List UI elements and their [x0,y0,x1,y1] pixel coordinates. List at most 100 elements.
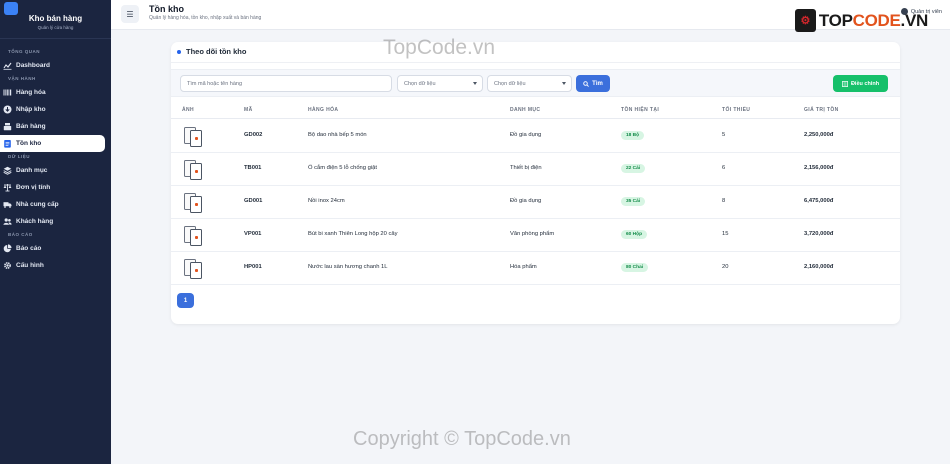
category-select[interactable]: Chọn dữ liệu [397,75,483,92]
stock-value: 2,156,000đ [804,165,834,171]
chevron-down-icon [562,82,566,85]
table-header: ẢNH MÃ HÀNG HÓA DANH MỤC TỒN HIỆN TẠI TỐ… [171,102,900,119]
product-code: GD002 [244,132,263,138]
sidebar-item-sales[interactable]: Bán hàng [0,118,111,135]
barcode-icon [3,88,12,97]
chevron-down-icon [473,82,477,85]
minimum-stock: 15 [722,231,729,237]
sidebar-item-dashboard[interactable]: Dashboard [0,57,111,74]
minimum-stock: 20 [722,264,729,270]
table-row[interactable]: TB001 Ổ cắm điện 5 lỗ chống giật Thiết b… [171,153,900,186]
watermark-top: TopCode.vn [383,36,496,59]
stock-badge: 18 Bộ [621,131,645,140]
card-title: Theo dõi tồn kho [177,47,246,56]
table-row[interactable]: HP001 Nước lau sàn hương chanh 1L Hóa ph… [171,252,900,285]
card-divider [171,62,900,63]
search-button[interactable]: Tìm [576,75,610,92]
column-header-current-stock: TỒN HIỆN TẠI [621,107,660,113]
product-code: TB001 [244,165,262,171]
sidebar-item-label: Hàng hóa [16,89,46,96]
sidebar-item-label: Tồn kho [16,140,42,147]
layers-icon [3,166,12,175]
chart-line-icon [3,61,12,70]
watermark-bottom: Copyright © TopCode.vn [353,428,571,450]
column-header-product: HÀNG HÓA [308,107,339,113]
sidebar-item-settings[interactable]: Cấu hình [0,257,111,274]
table-row[interactable]: GD001 Nồi inox 24cm Đồ gia dụng 35 Cái 8… [171,186,900,219]
title-dot-icon [177,49,181,54]
minimum-stock: 6 [722,165,726,171]
filter-bar: Tìm mã hoặc tên hàng Chọn dữ liệu Chọn d… [171,69,900,97]
sidebar-item-categories[interactable]: Danh mục [0,162,111,179]
sidebar-item-label: Bán hàng [16,123,46,130]
search-input[interactable]: Tìm mã hoặc tên hàng [180,75,392,92]
stock-badge: 22 Cái [621,164,646,173]
topcode-logo: ⚙ TOPCODE.VN [794,9,928,32]
product-code: HP001 [244,264,262,270]
page-subtitle: Quản lý hàng hóa, tồn kho, nhập xuất và … [149,15,262,21]
product-category: Thiết bị điện [510,165,542,171]
sidebar-item-label: Đơn vị tính [16,184,51,191]
sidebar-item-label: Danh mục [16,167,48,174]
sidebar-item-units[interactable]: Đơn vị tính [0,179,111,196]
sidebar-item-label: Cấu hình [16,262,44,269]
sidebar-item-inventory[interactable]: Tồn kho [0,135,105,152]
stock-value: 2,250,000đ [804,132,834,138]
sliders-icon [841,80,848,87]
product-name: Bút bi xanh Thiên Long hộp 20 cây [308,231,398,237]
brand-subtitle: Quản lý cửa hàng [37,25,74,30]
product-name: Ổ cắm điện 5 lỗ chống giật [308,165,377,171]
scale-icon [3,183,12,192]
product-category: Đồ gia dụng [510,198,542,204]
sidebar-item-customers[interactable]: Khách hàng [0,213,111,230]
stock-value: 3,720,000đ [804,231,834,237]
product-category: Văn phòng phẩm [510,231,555,237]
stock-value: 2,160,000đ [804,264,834,270]
sidebar-item-suppliers[interactable]: Nhà cung cấp [0,196,111,213]
sidebar-item-label: Nhà cung cấp [16,201,59,208]
brand-title: Kho bán hàng [28,14,83,23]
topbar: ☰ Tồn kho Quản lý hàng hóa, tồn kho, nhậ… [111,0,950,32]
product-image [182,158,204,180]
sidebar-item-label: Báo cáo [16,245,42,252]
product-category: Đồ gia dụng [510,132,542,138]
column-header-minimum: TỐI THIỂU [722,107,751,113]
product-code: VP001 [244,231,262,237]
product-name: Nước lau sàn hương chanh 1L [308,264,388,270]
hamburger-icon: ☰ [126,9,134,19]
menu-toggle-button[interactable]: ☰ [121,5,139,23]
sidebar-item-products[interactable]: Hàng hóa [0,84,111,101]
download-icon [3,105,12,114]
minimum-stock: 8 [722,198,726,204]
status-select[interactable]: Chọn dữ liệu [487,75,572,92]
product-name: Bộ dao nhà bếp 5 món [308,132,367,138]
product-name: Nồi inox 24cm [308,198,345,204]
stock-value: 6,475,000đ [804,198,834,204]
search-icon [583,80,590,87]
adjust-stock-button[interactable]: Điều chỉnh [833,75,888,92]
column-header-stock-value: GIÁ TRỊ TỒN [804,107,839,113]
table-row[interactable]: VP001 Bút bi xanh Thiên Long hộp 20 cây … [171,219,900,252]
sidebar-item-reports[interactable]: Báo cáo [0,240,111,257]
nav-section-data: DỮ LIỆU [8,154,30,159]
sidebar-item-label: Dashboard [16,62,50,69]
product-code: GD001 [244,198,263,204]
topcode-logo-text: TOPCODE.VN [818,10,928,30]
sidebar-item-label: Khách hàng [16,218,54,225]
stock-badge: 60 Hộp [621,230,647,239]
gear-icon [3,261,12,270]
product-image [182,125,204,147]
product-image [182,257,204,279]
pagination-page-1[interactable]: 1 [177,293,194,308]
stock-badge: 35 Cái [621,197,646,206]
nav-section-operations: VẬN HÀNH [8,76,36,81]
pie-chart-icon [3,244,12,253]
product-category: Hóa phẩm [510,264,537,270]
store-logo-icon[interactable] [4,2,18,15]
column-header-code: MÃ [244,107,253,113]
inventory-card: Theo dõi tồn kho Tìm mã hoặc tên hàng Ch… [171,42,900,324]
sidebar-item-import[interactable]: Nhập kho [0,101,111,118]
brand: Kho bán hàng Quản lý cửa hàng [0,0,111,39]
table-row[interactable]: GD002 Bộ dao nhà bếp 5 món Đồ gia dụng 1… [171,120,900,153]
sidebar-item-label: Nhập kho [16,106,46,113]
